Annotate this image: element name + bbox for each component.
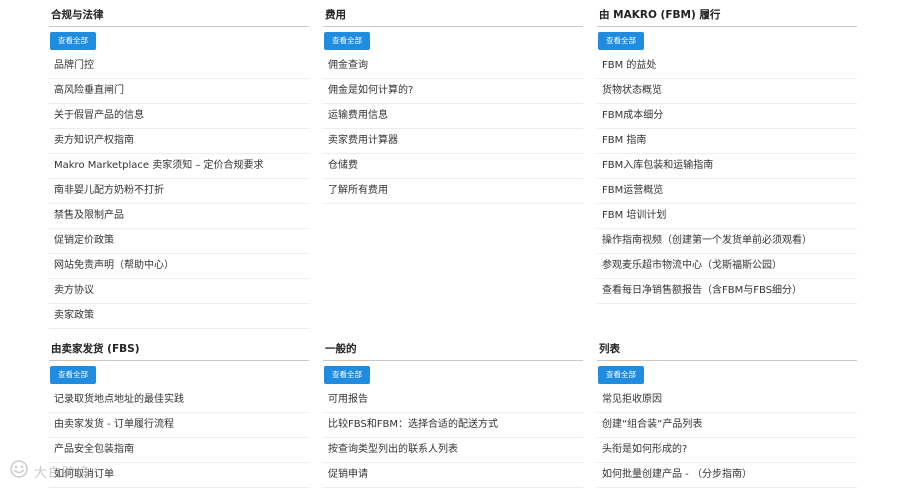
view-all-button[interactable]: 查看全部 xyxy=(50,32,96,50)
article-link[interactable]: 卖方知识产权指南 xyxy=(49,129,309,154)
article-list: 佣金查询 佣金是如何计算的? 运输费用信息 卖家费用计算器 仓储费 了解所有费用 xyxy=(323,54,583,204)
section-title: 合规与法律 xyxy=(49,8,309,27)
article-link[interactable]: 促销定价政策 xyxy=(49,229,309,254)
article-link[interactable]: 由卖家发货 - 订单履行流程 xyxy=(49,413,309,438)
article-link[interactable]: 运输费用信息 xyxy=(323,104,583,129)
section-fees: 费用 查看全部 佣金查询 佣金是如何计算的? 运输费用信息 卖家费用计算器 仓储… xyxy=(323,8,583,204)
article-list: FBM 的益处 货物状态概览 FBM成本细分 FBM 指南 FBM入库包装和运输… xyxy=(597,54,857,304)
article-link[interactable]: 了解所有费用 xyxy=(323,179,583,204)
section-fbm: 由 MAKRO (FBM) 履行 查看全部 FBM 的益处 货物状态概览 FBM… xyxy=(597,8,857,304)
article-link[interactable]: Makro Marketplace 卖家须知 – 定价合规要求 xyxy=(49,154,309,179)
article-list: 品牌门控 高风险垂直闸门 关于假冒产品的信息 卖方知识产权指南 Makro Ma… xyxy=(49,54,309,329)
article-link[interactable]: FBM 指南 xyxy=(597,129,857,154)
article-link[interactable]: 比较FBS和FBM：选择合适的配送方式 xyxy=(323,413,583,438)
view-all-button[interactable]: 查看全部 xyxy=(324,366,370,384)
article-link[interactable]: 如何批量创建产品 - （分步指南） xyxy=(597,463,857,488)
article-link[interactable]: 品牌门控 xyxy=(49,54,309,79)
article-link[interactable]: 操作指南视频（创建第一个发货单前必须观看） xyxy=(597,229,857,254)
section-listings: 列表 查看全部 常见拒收原因 创建“组合装”产品列表 头衔是如何形成的? 如何批… xyxy=(597,342,857,488)
article-link[interactable]: 仓储费 xyxy=(323,154,583,179)
article-link[interactable]: 常见拒收原因 xyxy=(597,388,857,413)
article-link[interactable]: FBM 培训计划 xyxy=(597,204,857,229)
section-title: 列表 xyxy=(597,342,857,361)
watermark: 大白跨境 xyxy=(8,459,90,483)
article-link[interactable]: 按查询类型列出的联系人列表 xyxy=(323,438,583,463)
article-link[interactable]: 头衔是如何形成的? xyxy=(597,438,857,463)
article-link[interactable]: 佣金查询 xyxy=(323,54,583,79)
article-link[interactable]: 佣金是如何计算的? xyxy=(323,79,583,104)
article-link[interactable]: 货物状态概览 xyxy=(597,79,857,104)
article-link[interactable]: FBM成本细分 xyxy=(597,104,857,129)
article-link[interactable]: 关于假冒产品的信息 xyxy=(49,104,309,129)
article-link[interactable]: FBM 的益处 xyxy=(597,54,857,79)
article-link[interactable]: 卖家政策 xyxy=(49,304,309,329)
article-link[interactable]: 查看每日净销售额报告（含FBM与FBS细分） xyxy=(597,279,857,304)
watermark-text: 大白跨境 xyxy=(34,465,91,481)
section-compliance-legal: 合规与法律 查看全部 品牌门控 高风险垂直闸门 关于假冒产品的信息 卖方知识产权… xyxy=(49,8,309,329)
watermark-logo-icon xyxy=(8,459,30,483)
view-all-button[interactable]: 查看全部 xyxy=(598,366,644,384)
article-link[interactable]: 卖家费用计算器 xyxy=(323,129,583,154)
article-link[interactable]: 高风险垂直闸门 xyxy=(49,79,309,104)
view-all-button[interactable]: 查看全部 xyxy=(598,32,644,50)
article-link[interactable]: 卖方协议 xyxy=(49,279,309,304)
section-title: 一般的 xyxy=(323,342,583,361)
article-link[interactable]: 可用报告 xyxy=(323,388,583,413)
section-general: 一般的 查看全部 可用报告 比较FBS和FBM：选择合适的配送方式 按查询类型列… xyxy=(323,342,583,488)
article-list: 可用报告 比较FBS和FBM：选择合适的配送方式 按查询类型列出的联系人列表 促… xyxy=(323,388,583,488)
section-title: 由卖家发货 (FBS) xyxy=(49,342,309,361)
article-link[interactable]: 促销申请 xyxy=(323,463,583,488)
view-all-button[interactable]: 查看全部 xyxy=(324,32,370,50)
section-title: 费用 xyxy=(323,8,583,27)
article-link[interactable]: 参观麦乐超市物流中心（戈斯福斯公园） xyxy=(597,254,857,279)
article-list: 常见拒收原因 创建“组合装”产品列表 头衔是如何形成的? 如何批量创建产品 - … xyxy=(597,388,857,488)
view-all-button[interactable]: 查看全部 xyxy=(50,366,96,384)
article-link[interactable]: 创建“组合装”产品列表 xyxy=(597,413,857,438)
section-title: 由 MAKRO (FBM) 履行 xyxy=(597,8,857,27)
article-link[interactable]: 记录取货地点地址的最佳实践 xyxy=(49,388,309,413)
article-link[interactable]: 禁售及限制产品 xyxy=(49,204,309,229)
article-link[interactable]: FBM运营概览 xyxy=(597,179,857,204)
article-link[interactable]: 网站免责声明（帮助中心） xyxy=(49,254,309,279)
article-link[interactable]: FBM入库包装和运输指南 xyxy=(597,154,857,179)
article-link[interactable]: 南非婴儿配方奶粉不打折 xyxy=(49,179,309,204)
